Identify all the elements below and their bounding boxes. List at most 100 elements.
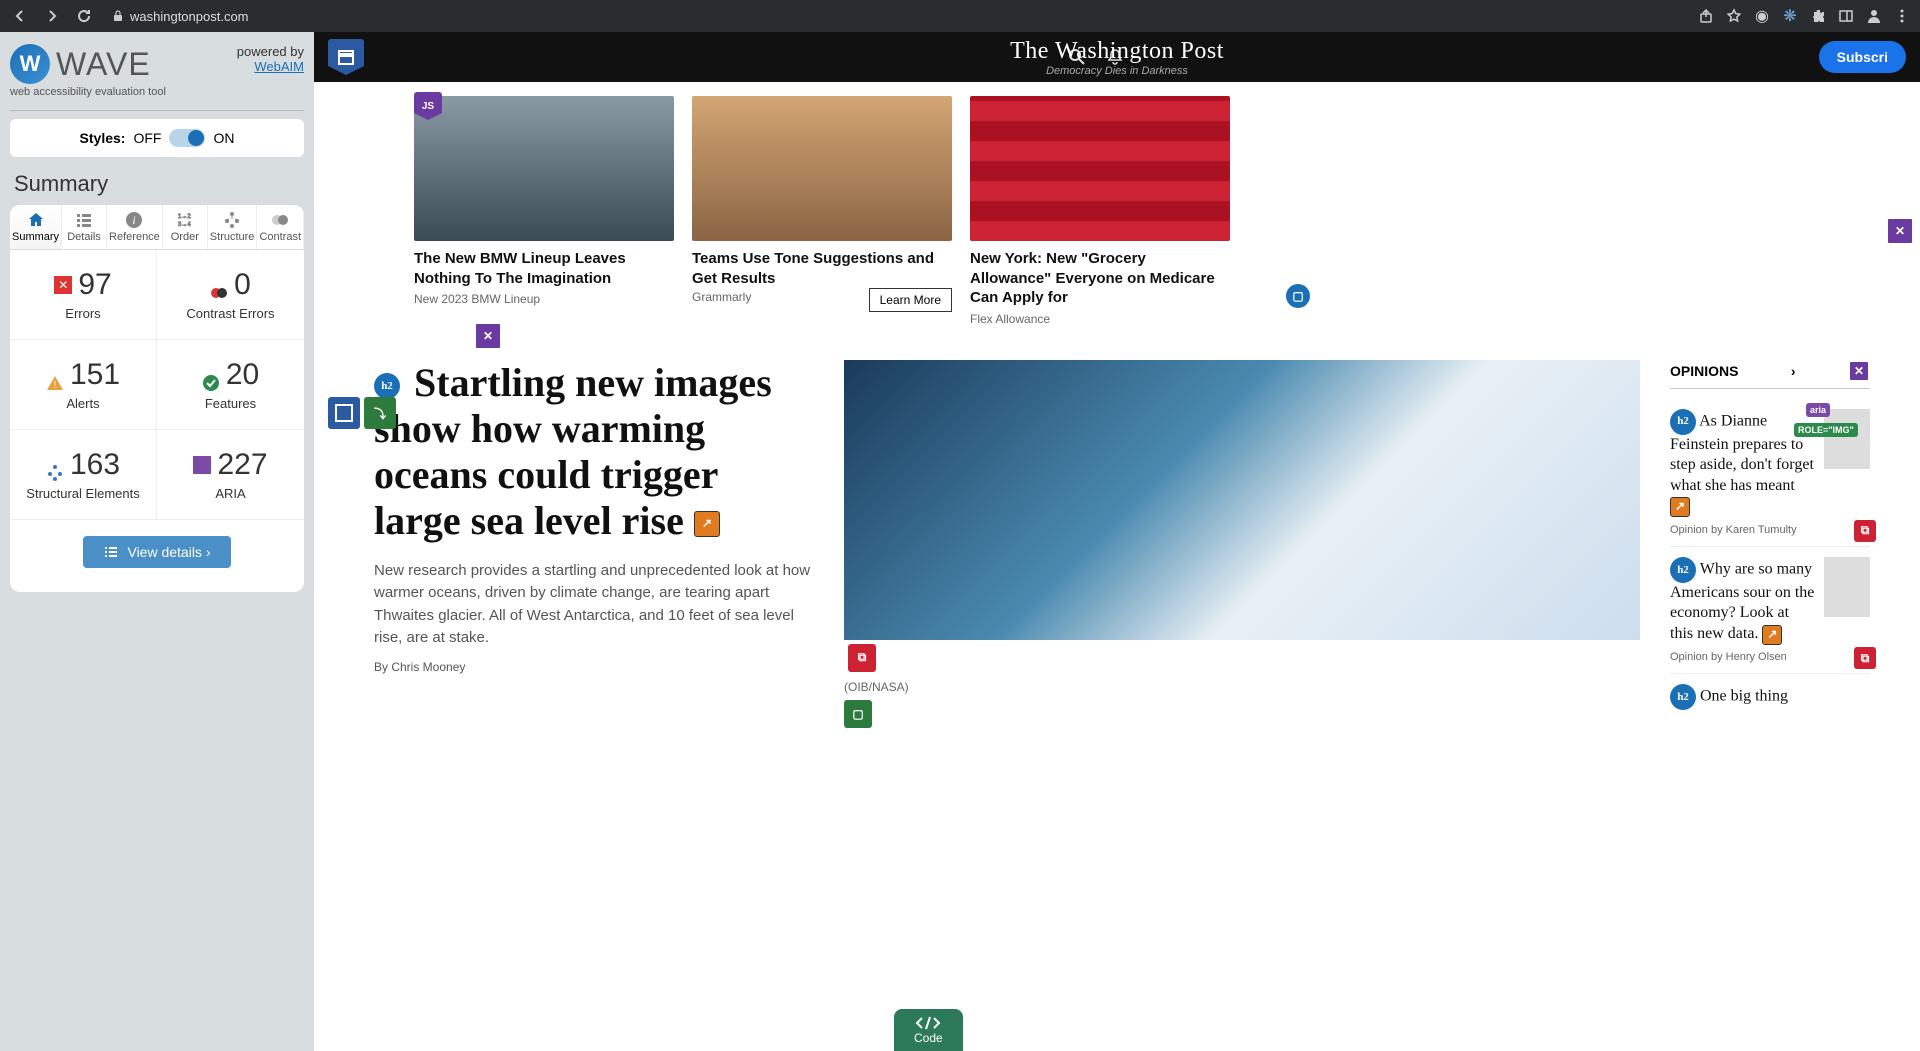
lead-article: h2 Startling new images show how warming… <box>374 360 814 728</box>
lock-icon <box>112 10 124 22</box>
stat-alerts[interactable]: !151 Alerts <box>10 340 157 430</box>
share-icon[interactable] <box>1696 6 1716 26</box>
ad-cta-button[interactable]: Learn More <box>869 288 952 312</box>
ad-image <box>414 96 674 241</box>
order-icon: 1→23→4 <box>176 211 194 229</box>
tab-reference[interactable]: iReference <box>107 205 163 249</box>
list-icon <box>103 544 119 560</box>
menu-icon[interactable] <box>1892 6 1912 26</box>
wave-error-marker[interactable]: ⧉ <box>1854 520 1876 542</box>
stat-contrast[interactable]: 0 Contrast Errors <box>157 250 304 340</box>
opinion-thumb <box>1824 409 1870 469</box>
wave-marker[interactable]: ▢ <box>1284 282 1312 310</box>
svg-text:i: i <box>133 213 136 227</box>
ad-image <box>692 96 952 241</box>
wave-code-tab[interactable]: Code <box>894 1009 963 1051</box>
wave-sidebar: W WAVE web accessibility evaluation tool… <box>0 32 314 1051</box>
masthead[interactable]: The Washington Post <box>1010 38 1224 65</box>
ad-subtitle: New 2023 BMW Lineup <box>414 292 674 306</box>
opinion-item[interactable]: h2 One big thing <box>1670 674 1870 720</box>
tab-contrast[interactable]: Contrast <box>257 205 304 249</box>
opinion-item[interactable]: h2 As Dianne Feinstein prepares to step … <box>1670 399 1870 547</box>
wave-error-marker[interactable]: ⧉ <box>1854 647 1876 669</box>
wave-marker[interactable]: ✕ <box>474 322 502 350</box>
reload-button[interactable] <box>72 4 96 28</box>
wave-marker[interactable]: ✕ <box>1886 217 1914 245</box>
ad-card[interactable]: New York: New "Grocery Allowance" Everyo… <box>970 96 1230 326</box>
ad-title: New York: New "Grocery Allowance" Everyo… <box>970 249 1230 308</box>
back-button[interactable] <box>8 4 32 28</box>
ext-icon-1[interactable]: ◉ <box>1752 6 1772 26</box>
tree-icon <box>223 211 241 229</box>
article-image <box>844 360 1640 640</box>
wave-marker-region[interactable] <box>328 397 360 429</box>
chevron-right-icon[interactable]: › <box>1791 363 1796 379</box>
tab-structure[interactable]: Structure <box>208 205 258 249</box>
wave-aria-marker[interactable]: aria <box>1806 403 1830 417</box>
summary-heading: Summary <box>14 171 300 197</box>
styles-toggle-row: Styles: OFF ON <box>10 119 304 157</box>
profile-icon[interactable] <box>1864 6 1884 26</box>
opinion-byline: Opinion by Karen Tumulty <box>1670 524 1816 536</box>
article-summary: New research provides a startling and un… <box>374 560 814 650</box>
ad-card[interactable]: The New BMW Lineup Leaves Nothing To The… <box>414 96 674 326</box>
tab-summary[interactable]: Summary <box>10 205 62 249</box>
stat-features[interactable]: 20 Features <box>157 340 304 430</box>
ad-image <box>970 96 1230 241</box>
view-details-button[interactable]: View details › <box>83 536 230 568</box>
forward-button[interactable] <box>40 4 64 28</box>
error-icon: ✕ <box>54 276 72 294</box>
svg-text:!: ! <box>54 380 57 391</box>
opinions-sidebar: OPINIONS › ✕ h2 As Dianne Feinstein prep… <box>1670 360 1870 728</box>
ad-title: The New BMW Lineup Leaves Nothing To The… <box>414 249 674 288</box>
divider <box>10 110 304 111</box>
opinions-heading: OPINIONS <box>1670 363 1738 379</box>
tab-details[interactable]: Details <box>62 205 107 249</box>
svg-text:1→2: 1→2 <box>178 214 191 220</box>
wave-alert-marker[interactable]: ↗ <box>1762 625 1782 645</box>
wave-marker[interactable]: ⤵ <box>364 397 396 429</box>
styles-label: Styles: <box>80 130 126 146</box>
contrast-icon <box>271 211 289 229</box>
tab-order[interactable]: 1→23→4Order <box>163 205 208 249</box>
home-icon <box>27 211 45 229</box>
wave-alert-marker[interactable]: ↗ <box>694 511 720 537</box>
panel-icon[interactable] <box>1836 6 1856 26</box>
stat-structural[interactable]: 163 Structural Elements <box>10 430 157 520</box>
wave-alert-marker[interactable]: ↗ <box>1670 497 1690 517</box>
feature-icon <box>202 366 220 384</box>
wave-role-marker[interactable]: ROLE="IMG" <box>1794 423 1858 437</box>
stat-errors[interactable]: ✕97 Errors <box>10 250 157 340</box>
bookmark-icon[interactable] <box>1724 6 1744 26</box>
wave-h2-marker[interactable]: h2 <box>1670 409 1696 435</box>
styles-toggle[interactable] <box>169 129 205 147</box>
url-text: washingtonpost.com <box>130 9 249 24</box>
wave-h2-marker[interactable]: h2 <box>1670 557 1696 583</box>
site-header: The Washington Post Democracy Dies in Da… <box>314 32 1920 82</box>
article-headline[interactable]: h2 Startling new images show how warming… <box>374 360 814 544</box>
code-icon <box>914 1015 942 1031</box>
wave-marker[interactable]: ✕ <box>1848 360 1870 382</box>
wave-tabs: Summary Details iReference 1→23→4Order S… <box>10 205 304 250</box>
ext-icon-2[interactable]: ❋ <box>1780 6 1800 26</box>
browser-toolbar: washingtonpost.com ◉ ❋ <box>0 0 1920 32</box>
wave-marker-region[interactable] <box>328 39 364 75</box>
opinion-thumb <box>1824 557 1870 617</box>
alert-icon: ! <box>46 366 64 384</box>
aria-icon <box>193 456 211 474</box>
wave-marker[interactable]: ▢ <box>844 700 872 728</box>
wave-h2-marker[interactable]: h2 <box>1670 684 1696 710</box>
wave-h2-marker[interactable]: h2 <box>374 373 400 399</box>
wave-error-marker[interactable]: ⧉ <box>848 644 876 672</box>
sponsored-row: The New BMW Lineup Leaves Nothing To The… <box>314 82 1920 340</box>
wave-title: WAVE <box>56 46 151 83</box>
webaim-link[interactable]: WebAIM <box>254 59 304 74</box>
opinion-item[interactable]: h2 Why are so many Americans sour on the… <box>1670 547 1870 674</box>
extensions-icon[interactable] <box>1808 6 1828 26</box>
address-bar[interactable]: washingtonpost.com <box>112 9 249 24</box>
wave-subtitle: web accessibility evaluation tool <box>10 86 166 98</box>
powered-by: powered by WebAIM <box>237 44 304 74</box>
stat-aria[interactable]: 227 ARIA <box>157 430 304 520</box>
subscribe-button[interactable]: Subscri <box>1819 41 1906 73</box>
ad-card[interactable]: Teams Use Tone Suggestions and Get Resul… <box>692 96 952 326</box>
